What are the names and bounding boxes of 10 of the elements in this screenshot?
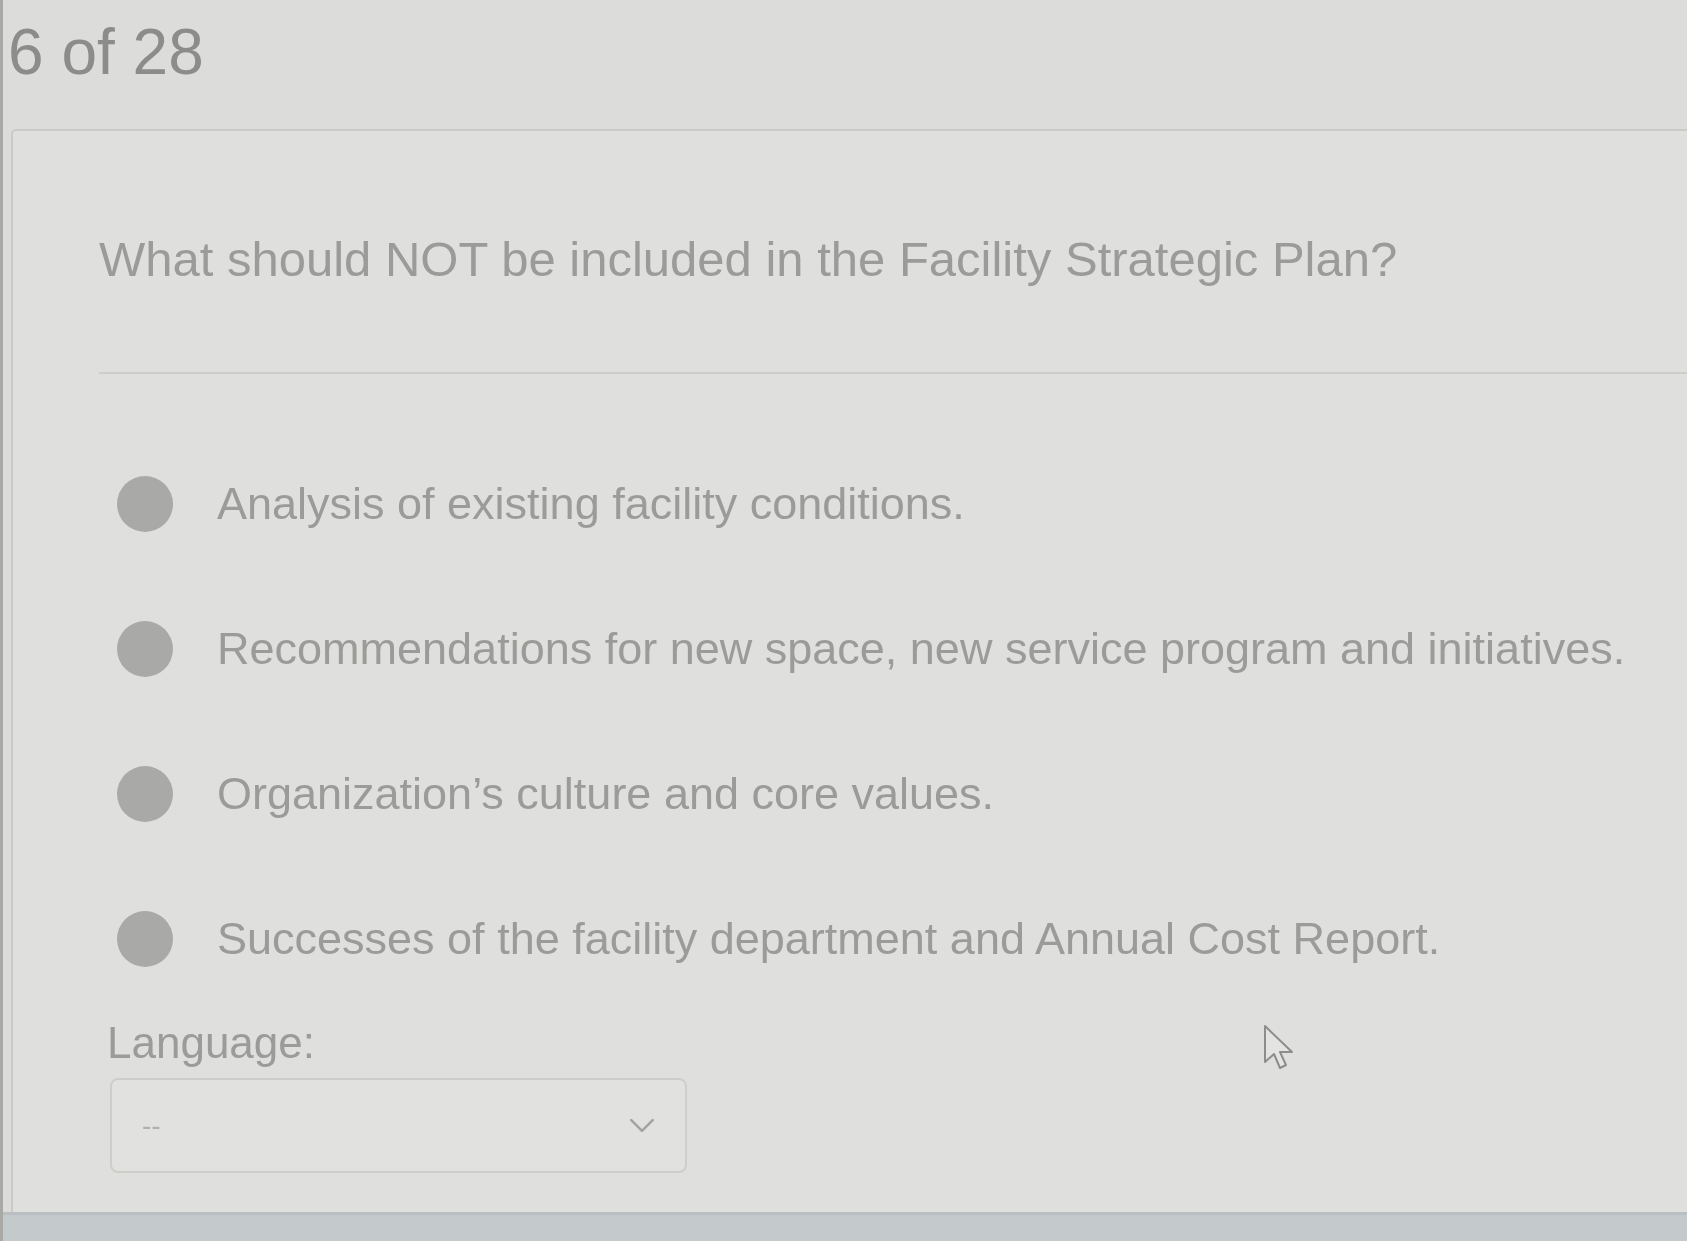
language-label: Language: bbox=[107, 1017, 315, 1070]
mouse-pointer-icon bbox=[1263, 1024, 1295, 1070]
chevron-down-icon bbox=[629, 1118, 655, 1134]
option-label[interactable]: Analysis of existing facility conditions. bbox=[217, 476, 965, 531]
option-label[interactable]: Recommendations for new space, new service program and initiatives. bbox=[217, 621, 1626, 676]
option-label[interactable]: Successes of the facility department and Annual Cost Report. bbox=[217, 911, 1441, 966]
language-select[interactable]: -- bbox=[110, 1078, 687, 1174]
question-text: What should NOT be included in the Facility Strategic Plan? bbox=[99, 231, 1398, 288]
option-label[interactable]: Organization’s culture and core values. bbox=[217, 766, 995, 821]
question-counter: 6 of 28 bbox=[8, 20, 204, 84]
